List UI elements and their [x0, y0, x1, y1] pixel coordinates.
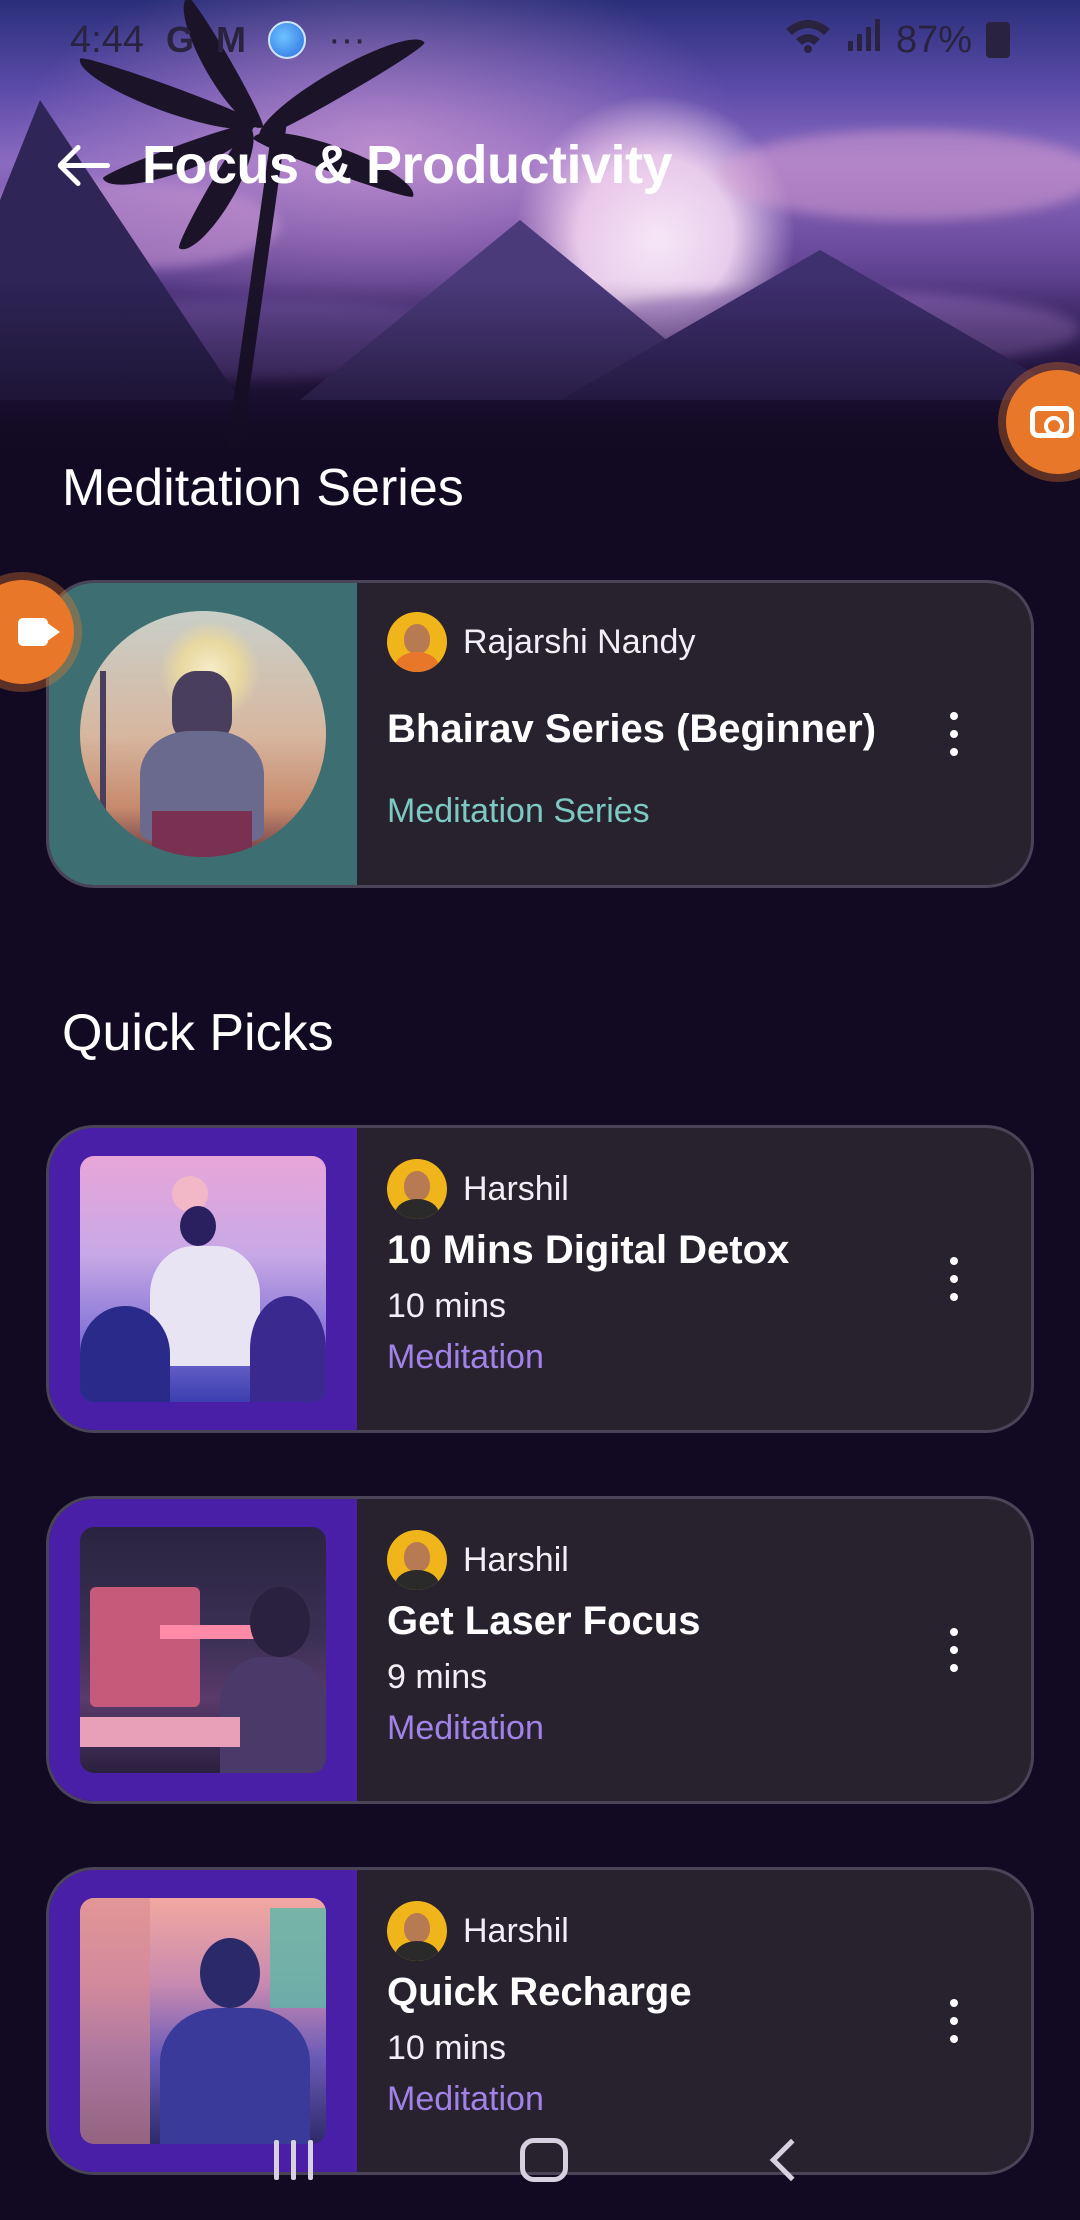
more-vertical-icon[interactable] — [949, 1628, 959, 1672]
signal-icon — [846, 17, 882, 63]
camera-icon — [1030, 406, 1074, 438]
more-vertical-icon[interactable] — [949, 712, 959, 756]
series-card[interactable]: Rajarshi Nandy Bhairav Series (Beginner)… — [46, 580, 1034, 888]
more-vertical-icon[interactable] — [949, 1257, 959, 1301]
author-avatar — [387, 1530, 447, 1590]
wifi-icon — [784, 17, 832, 63]
back-nav-icon[interactable] — [769, 2138, 813, 2182]
quick-pick-thumbnail — [80, 1156, 326, 1402]
quick-pick-info: Harshil 10 Mins Digital Detox 10 mins Me… — [357, 1128, 1031, 1430]
quick-pick-card[interactable]: Harshil 10 Mins Digital Detox 10 mins Me… — [46, 1125, 1034, 1433]
status-bar: 4:44 G M ··· 87% — [0, 0, 1080, 80]
video-icon — [18, 618, 60, 646]
card-duration: 10 mins — [387, 2029, 507, 2067]
series-thumbnail — [80, 611, 326, 857]
card-category: Meditation — [387, 1709, 544, 1747]
author-name: Harshil — [463, 1169, 569, 1208]
card-title: Bhairav Series (Beginner) — [387, 707, 877, 751]
app-bar: Focus & Productivity — [56, 130, 673, 200]
status-time: 4:44 — [70, 18, 144, 61]
app-notification-icon — [267, 21, 306, 59]
quick-pick-thumbnail — [80, 1527, 326, 1773]
section-title-meditation-series: Meditation Series — [62, 459, 464, 517]
author-avatar — [387, 612, 447, 672]
quick-pick-info: Harshil Get Laser Focus 9 mins Meditatio… — [357, 1499, 1031, 1801]
author-name: Harshil — [463, 1911, 569, 1950]
card-title: 10 Mins Digital Detox — [387, 1228, 790, 1272]
card-duration: 9 mins — [387, 1658, 488, 1696]
author-avatar — [387, 1159, 447, 1219]
author-avatar — [387, 1901, 447, 1961]
thumbnail-panel — [49, 1128, 357, 1430]
quick-pick-card[interactable]: Harshil Get Laser Focus 9 mins Meditatio… — [46, 1496, 1034, 1804]
series-card-info: Rajarshi Nandy Bhairav Series (Beginner)… — [357, 583, 1031, 885]
author-name: Harshil — [463, 1540, 569, 1579]
card-category: Meditation — [387, 1338, 544, 1376]
more-vertical-icon[interactable] — [949, 1999, 959, 2043]
system-navigation-bar — [0, 2100, 1080, 2220]
battery-percent: 87% — [895, 18, 972, 61]
status-overflow-icon: ··· — [327, 18, 366, 61]
home-icon[interactable] — [520, 2138, 569, 2182]
card-title: Get Laser Focus — [387, 1599, 701, 1643]
back-arrow-icon[interactable] — [56, 137, 112, 193]
author-name: Rajarshi Nandy — [463, 622, 696, 661]
page-title: Focus & Productivity — [142, 135, 673, 195]
recents-icon[interactable] — [273, 2140, 313, 2180]
thumbnail-panel — [49, 1499, 357, 1801]
section-title-quick-picks: Quick Picks — [62, 1004, 334, 1062]
series-thumbnail-panel — [49, 583, 357, 885]
battery-charging-icon — [986, 22, 1010, 58]
google-icon: G — [165, 19, 194, 60]
card-duration: 10 mins — [387, 1287, 507, 1325]
card-title: Quick Recharge — [387, 1970, 692, 2014]
gmail-icon: M — [215, 19, 246, 60]
card-category: Meditation Series — [387, 792, 650, 830]
